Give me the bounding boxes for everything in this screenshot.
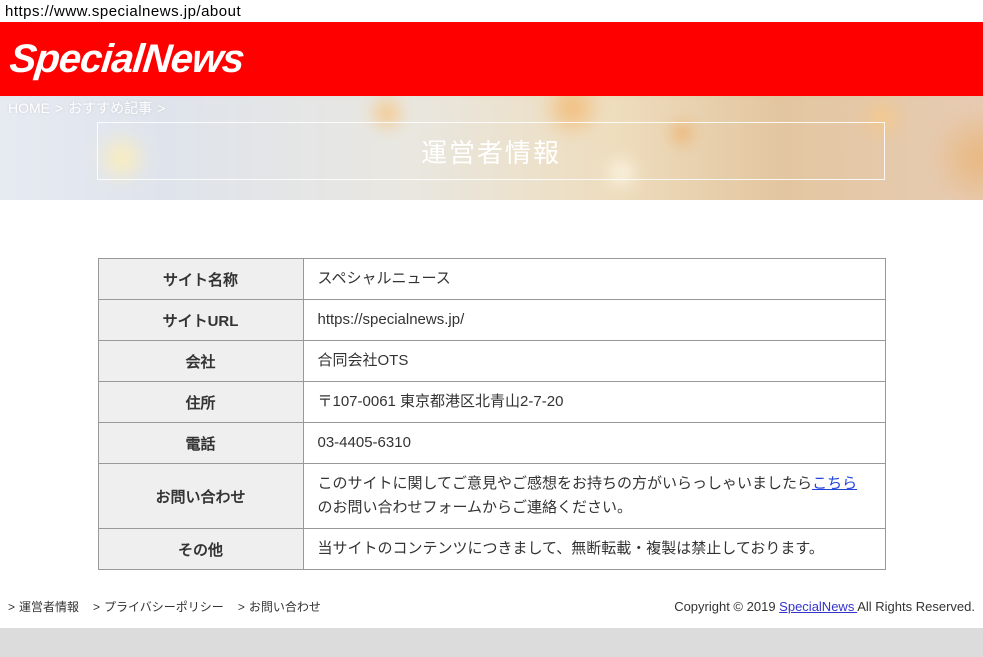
table-row: サイト名称 スペシャルニュース: [98, 259, 885, 300]
page-url: https://www.specialnews.jp/about: [5, 3, 241, 20]
table-row: 住所 〒107-0061 東京都港区北青山2-7-20: [98, 382, 885, 423]
table-row: サイトURL https://specialnews.jp/: [98, 300, 885, 341]
nav-marker: >: [93, 600, 100, 614]
row-value: 03-4405-6310: [303, 423, 885, 464]
row-label: 会社: [98, 341, 303, 382]
row-value: このサイトに関してご意見やご感想をお持ちの方がいらっしゃいましたらこちらのお問い…: [303, 464, 885, 529]
copyright-text-pre: Copyright © 2019: [674, 599, 779, 614]
nav-marker: >: [238, 600, 245, 614]
footer-link-label: プライバシーポリシー: [104, 600, 224, 614]
hero-banner: HOME > おすすめ記事 > 運営者情報: [0, 96, 983, 200]
breadcrumb: HOME > おすすめ記事 >: [8, 98, 170, 118]
contact-text-post: のお問い合わせフォームからご連絡ください。: [318, 499, 633, 516]
copyright-text-post: All Rights Reserved.: [857, 599, 975, 614]
footer-link-contact[interactable]: > お問い合わせ: [238, 598, 321, 615]
table-row: 電話 03-4405-6310: [98, 423, 885, 464]
row-label: サイト名称: [98, 259, 303, 300]
row-label: お問い合わせ: [98, 464, 303, 529]
table-row-contact: お問い合わせ このサイトに関してご意見やご感想をお持ちの方がいらっしゃいましたら…: [98, 464, 885, 529]
footer-nav: > 運営者情報 > プライバシーポリシー > お問い合わせ: [8, 598, 321, 615]
footer-link-privacy-policy[interactable]: > プライバシーポリシー: [93, 598, 224, 615]
breadcrumb-separator: >: [157, 100, 165, 116]
nav-marker: >: [8, 600, 15, 614]
contact-form-link[interactable]: こちら: [812, 475, 857, 492]
footer-bottom-bar: [0, 628, 983, 657]
footer: > 運営者情報 > プライバシーポリシー > お問い合わせ Copyright © 2…: [0, 590, 983, 628]
site-logo[interactable]: SpecialNews: [8, 37, 246, 82]
page-title: 運営者情報: [421, 133, 561, 170]
breadcrumb-home-link[interactable]: HOME: [8, 100, 50, 116]
copyright-sitename-link[interactable]: SpecialNews: [779, 599, 857, 614]
footer-link-label: お問い合わせ: [249, 600, 321, 614]
contact-text-pre: このサイトに関してご意見やご感想をお持ちの方がいらっしゃいましたら: [318, 475, 813, 492]
row-label: サイトURL: [98, 300, 303, 341]
operator-info-table: サイト名称 スペシャルニュース サイトURL https://specialne…: [98, 258, 886, 570]
row-label: その他: [98, 529, 303, 570]
row-value: https://specialnews.jp/: [303, 300, 885, 341]
row-value: 当サイトのコンテンツにつきまして、無断転載・複製は禁止しております。: [303, 529, 885, 570]
row-value: 〒107-0061 東京都港区北青山2-7-20: [303, 382, 885, 423]
breadcrumb-separator: >: [55, 100, 63, 116]
row-value: スペシャルニュース: [303, 259, 885, 300]
copyright: Copyright © 2019 SpecialNews All Rights …: [674, 599, 975, 614]
page: https://www.specialnews.jp/about Special…: [0, 0, 983, 657]
row-value: 合同会社OTS: [303, 341, 885, 382]
url-bar: https://www.specialnews.jp/about: [0, 0, 983, 22]
footer-link-label: 運営者情報: [19, 600, 79, 614]
row-label: 電話: [98, 423, 303, 464]
breadcrumb-category-link[interactable]: おすすめ記事: [68, 100, 152, 116]
row-label: 住所: [98, 382, 303, 423]
site-header: SpecialNews: [0, 22, 983, 96]
table-row: その他 当サイトのコンテンツにつきまして、無断転載・複製は禁止しております。: [98, 529, 885, 570]
hero-title-box: 運営者情報: [97, 122, 885, 180]
footer-link-about[interactable]: > 運営者情報: [8, 598, 79, 615]
table-row: 会社 合同会社OTS: [98, 341, 885, 382]
